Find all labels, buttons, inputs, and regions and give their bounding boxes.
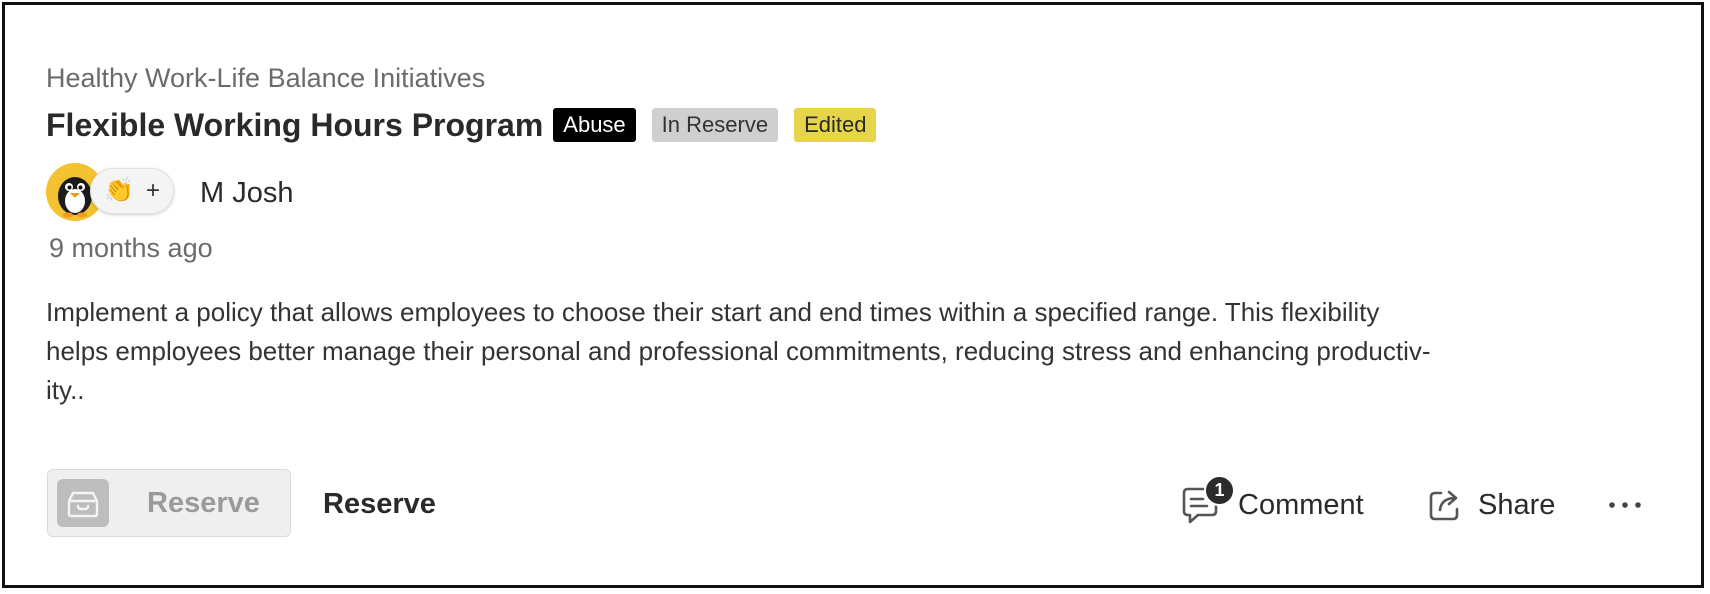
more-horizontal-icon (1609, 502, 1641, 508)
reaction-button[interactable]: 👏 + (90, 168, 174, 214)
in-reserve-badge: In Reserve (651, 108, 779, 142)
comment-label: Comment (1238, 488, 1364, 521)
post-timestamp: 9 months ago (49, 233, 213, 263)
description-line: Implement a policy that allows employees… (46, 297, 1380, 327)
share-label: Share (1478, 488, 1556, 521)
add-reaction-icon: + (145, 177, 160, 204)
archive-icon (57, 479, 109, 527)
more-options-button[interactable] (1605, 490, 1645, 520)
clap-icon: 👏 (104, 177, 134, 204)
share-button[interactable]: Share (1426, 477, 1555, 533)
share-icon (1429, 490, 1459, 521)
comment-button[interactable]: 1 Comment (1178, 475, 1364, 533)
description-line: ity.. (46, 375, 85, 405)
description-line: helps employees better manage their pers… (46, 336, 1431, 366)
comment-icon: 1 (1178, 475, 1235, 527)
abuse-badge: Abuse (553, 108, 636, 142)
author-row: 👏 + M Josh (46, 163, 446, 223)
post-description: Implement a policy that allows employees… (46, 293, 1686, 410)
post-card: Healthy Work-Life Balance Initiatives Fl… (2, 2, 1704, 588)
title-row: Flexible Working Hours Program Abuse In … (46, 105, 892, 145)
reserve-button-label: Reserve (147, 487, 260, 519)
post-category[interactable]: Healthy Work-Life Balance Initiatives (46, 63, 485, 94)
post-title[interactable]: Flexible Working Hours Program (46, 107, 543, 144)
author-name[interactable]: M Josh (200, 177, 293, 210)
reserve-link[interactable]: Reserve (323, 488, 436, 521)
comment-count-badge: 1 (1204, 475, 1235, 506)
edited-badge: Edited (794, 108, 877, 142)
reserve-button[interactable]: Reserve (47, 469, 291, 537)
